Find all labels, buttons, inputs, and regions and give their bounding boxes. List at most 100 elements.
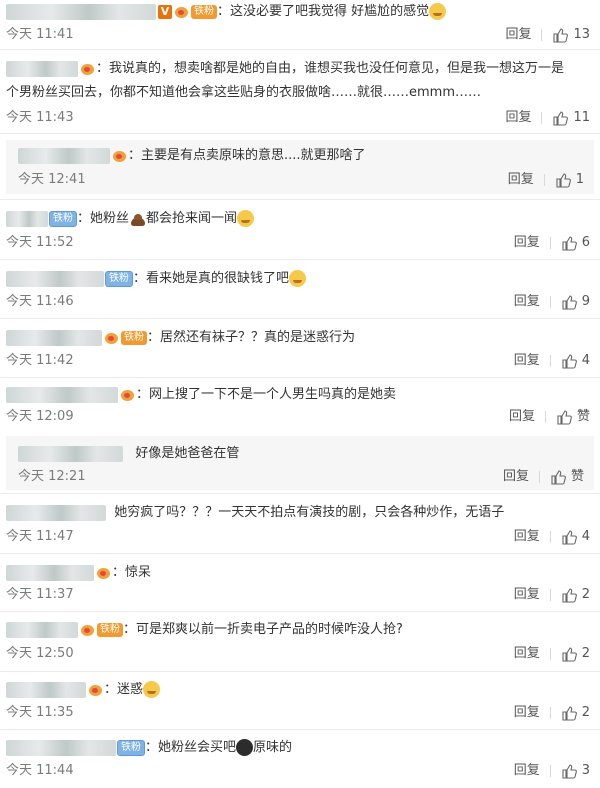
like-count: 11 xyxy=(573,110,590,125)
comment-text: ：迷惑 xyxy=(104,682,144,697)
fan-crown-icon xyxy=(80,62,96,76)
like-button[interactable]: 4 xyxy=(561,527,590,547)
username-blurred[interactable] xyxy=(18,445,123,462)
reply-thread: 好像是她爸爸在管 今天 12:21 回复 赞 xyxy=(0,430,600,494)
comment-time: 今天 11:42 xyxy=(6,353,74,368)
reply-button[interactable]: 回复 xyxy=(514,703,540,723)
like-button[interactable]: 赞 xyxy=(556,407,590,427)
comment-text-after: 都会抢来闻一闻 xyxy=(146,211,238,226)
smirk-emoji-icon xyxy=(289,270,307,287)
thumbs-up-icon xyxy=(562,295,577,310)
comment-time: 今天 11:35 xyxy=(6,705,74,720)
like-button[interactable]: 9 xyxy=(561,292,590,312)
comment-time: 今天 11:47 xyxy=(6,529,74,544)
reply-item: ：主要是有点卖原味的意思....就更那啥了 今天 12:41 回复 1 xyxy=(6,140,594,194)
reply-button[interactable]: 回复 xyxy=(508,170,534,190)
comment-item: 铁粉 ：她粉丝会买吧 原味的 今天 11:44 回复 3 xyxy=(0,730,600,787)
username-blurred[interactable] xyxy=(6,386,118,403)
awkward-emoji-icon xyxy=(429,3,447,20)
comment-text: ：这没必要了吧我觉得 好尴尬的感觉 xyxy=(217,4,430,19)
reply-button[interactable]: 回复 xyxy=(514,644,540,664)
like-count: 6 xyxy=(581,235,590,250)
reply-button[interactable]: 回复 xyxy=(514,761,540,781)
divider xyxy=(549,648,551,660)
like-count: 赞 xyxy=(570,469,584,484)
comment-item: V 铁粉 ：这没必要了吧我觉得 好尴尬的感觉 今天 11:41 回复 13 xyxy=(0,0,600,50)
like-count: 1 xyxy=(575,172,584,187)
thumbs-up-icon xyxy=(562,764,577,779)
like-button[interactable]: 3 xyxy=(561,761,590,781)
username-blurred[interactable] xyxy=(6,504,106,521)
reply-button[interactable]: 回复 xyxy=(509,407,535,427)
comment-time: 今天 11:37 xyxy=(6,587,74,602)
fan-crown-icon xyxy=(88,683,104,697)
comment-time: 今天 11:43 xyxy=(6,110,74,125)
reply-button[interactable]: 回复 xyxy=(514,527,540,547)
username-blurred[interactable] xyxy=(6,60,78,77)
thumbs-up-icon xyxy=(562,647,577,662)
reply-button[interactable]: 回复 xyxy=(505,108,531,128)
comment-item: 铁粉 ：居然还有袜子？？真的是迷惑行为 今天 11:42 回复 4 xyxy=(0,319,600,378)
divider xyxy=(549,589,551,601)
divider xyxy=(549,296,551,308)
comment-time: 今天 12:09 xyxy=(6,409,74,424)
comment-feed: V 铁粉 ：这没必要了吧我觉得 好尴尬的感觉 今天 11:41 回复 13 ：我说真… xyxy=(0,0,600,787)
like-button[interactable]: 2 xyxy=(561,585,590,605)
comment-text: ：主要是有点卖原味的意思....就更那啥了 xyxy=(128,148,366,163)
thumbs-up-icon xyxy=(553,28,569,43)
sniff-emoji-icon xyxy=(237,210,255,227)
reply-button[interactable]: 回复 xyxy=(514,351,540,371)
reply-button[interactable]: 回复 xyxy=(514,585,540,605)
comment-time: 今天 12:50 xyxy=(6,646,74,661)
reply-button[interactable]: 回复 xyxy=(505,25,531,45)
comment-text-continued: 个男粉丝买回去，你都不知道他会拿这些贴身的衣服做啥……就很……emmm…… xyxy=(6,85,481,100)
confused-emoji-icon xyxy=(143,681,161,698)
fan-badge: 铁粉 xyxy=(97,622,123,637)
comment-item: 铁粉 ：她粉丝 都会抢来闻一闻 今天 11:52 回复 6 xyxy=(0,200,600,260)
like-button[interactable]: 1 xyxy=(555,170,584,190)
thumbs-up-icon xyxy=(562,354,577,369)
thumbs-up-icon xyxy=(562,588,577,603)
comment-item: ：惊呆 今天 11:37 回复 2 xyxy=(0,554,600,612)
divider xyxy=(544,411,546,423)
reply-thread: ：主要是有点卖原味的意思....就更那啥了 今天 12:41 回复 1 xyxy=(0,134,600,200)
comment-text: ：看来她是真的很缺钱了吧 xyxy=(133,271,290,286)
username-blurred[interactable] xyxy=(6,739,116,756)
like-count: 4 xyxy=(581,529,590,544)
reply-button[interactable]: 回复 xyxy=(514,292,540,312)
comment-time: 今天 12:21 xyxy=(18,469,86,484)
comment-text: 她穷疯了吗？？？一天天不拍点有演技的剧，只会各种炒作，无语子 xyxy=(114,505,505,520)
username-blurred[interactable] xyxy=(6,681,86,698)
reply-button[interactable]: 回复 xyxy=(503,467,529,487)
comment-item: 铁粉 ：可是郑爽以前一折卖电子产品的时候咋没人抢? 今天 12:50 回复 2 xyxy=(0,612,600,672)
username-blurred[interactable] xyxy=(6,210,48,227)
like-button[interactable]: 11 xyxy=(552,108,590,128)
reply-item: 好像是她爸爸在管 今天 12:21 回复 赞 xyxy=(6,436,594,490)
like-count: 2 xyxy=(581,646,590,661)
like-button[interactable]: 6 xyxy=(561,233,590,253)
like-count: 3 xyxy=(581,763,590,778)
like-button[interactable]: 2 xyxy=(561,644,590,664)
username-blurred[interactable] xyxy=(6,329,102,346)
fan-badge: 铁粉 xyxy=(49,210,77,227)
username-blurred[interactable] xyxy=(6,621,78,638)
fan-crown-icon xyxy=(104,331,120,345)
username-blurred[interactable] xyxy=(6,564,94,581)
reply-button[interactable]: 回复 xyxy=(514,233,540,253)
comment-text: ：我说真的，想卖啥都是她的自由，谁想买我也没任何意见，但是我一想这万一是 xyxy=(96,61,565,76)
comment-text: ：网上搜了一下不是一个人男生吗真的是她卖 xyxy=(136,387,397,402)
like-button[interactable]: 13 xyxy=(552,25,590,45)
comment-item: ：我说真的，想卖啥都是她的自由，谁想买我也没任何意见，但是我一想这万一是 个男粉… xyxy=(0,50,600,134)
like-count: 4 xyxy=(581,353,590,368)
username-blurred[interactable] xyxy=(6,3,156,20)
comment-text: ：惊呆 xyxy=(112,565,152,580)
fan-badge: 铁粉 xyxy=(191,4,217,19)
username-blurred[interactable] xyxy=(18,147,110,164)
like-button[interactable]: 4 xyxy=(561,351,590,371)
like-button[interactable]: 2 xyxy=(561,703,590,723)
username-blurred[interactable] xyxy=(6,270,104,287)
like-button[interactable]: 赞 xyxy=(550,467,584,487)
like-count: 赞 xyxy=(576,409,590,424)
comment-time: 今天 11:41 xyxy=(6,27,74,42)
fan-badge: 铁粉 xyxy=(105,270,133,287)
